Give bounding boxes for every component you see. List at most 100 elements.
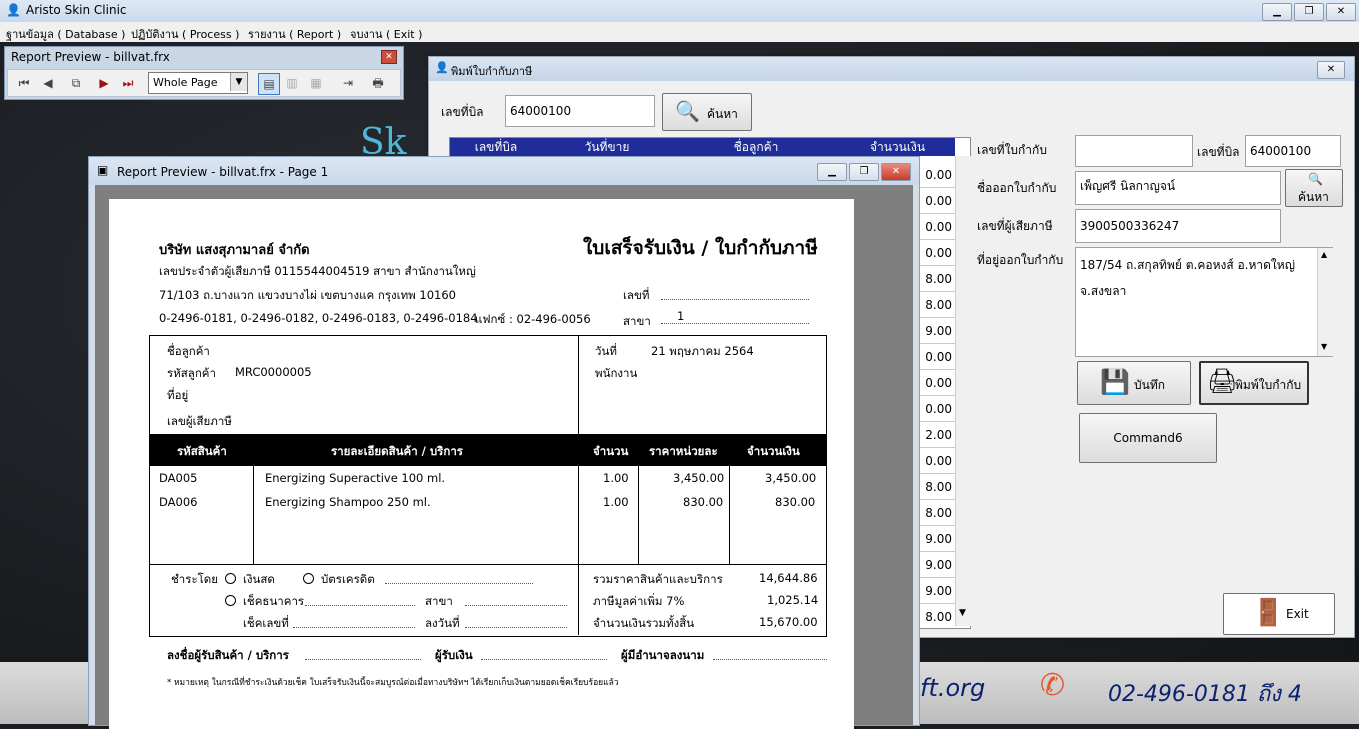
vat-label: ภาษีมูลค่าเพิ่ม 7%: [593, 594, 685, 608]
items-table: [149, 435, 827, 565]
report-toolbar-window: Report Preview - billvat.frx ✕ ⏮ ◀ ⧉ ▶ ⏭…: [4, 46, 404, 100]
address-textarea[interactable]: 187/54 ถ.สกุลทิพย์ ต.คอหงส์ อ.หาดใหญ่ จ.…: [1075, 247, 1333, 357]
item-price: 3,450.00: [673, 471, 725, 485]
report-preview-window: ▣ Report Preview - billvat.frx - Page 1 …: [88, 156, 920, 729]
prev-page-icon[interactable]: ◀: [38, 73, 58, 93]
sign-line: [305, 659, 421, 660]
last-page-icon[interactable]: ⏭: [118, 73, 138, 93]
close-button[interactable]: ✕: [1326, 3, 1356, 21]
grid-header-customer[interactable]: ชื่อลูกค้า: [672, 138, 841, 156]
zoom-value: Whole Page: [153, 76, 218, 89]
chevron-down-icon[interactable]: ▼: [230, 73, 247, 91]
minimize-button[interactable]: ▁: [1262, 3, 1292, 21]
multi-page-icon[interactable]: ▦: [306, 73, 326, 93]
total-label: จำนวนเงินรวมทั้งสิ้น: [593, 616, 695, 630]
col-code-header: รหัสสินค้า: [177, 444, 227, 458]
customer-code-label: รหัสลูกค้า: [167, 366, 216, 380]
maximize-button[interactable]: ❐: [1294, 3, 1324, 21]
sign-line: [713, 659, 827, 660]
export-icon[interactable]: ⇥: [338, 73, 358, 93]
item-price: 830.00: [683, 495, 724, 509]
sign-cashier: ผู้รับเงิน: [435, 648, 473, 662]
report-toolbar: ⏮ ◀ ⧉ ▶ ⏭ Whole Page ▼ ▤ ▥ ▦ ⇥ 🖶: [7, 69, 401, 97]
print-icon[interactable]: 🖶: [368, 73, 388, 93]
menu-database[interactable]: ฐานข้อมูล ( Database ): [6, 25, 125, 43]
customer-address-label: ที่อยู่: [167, 388, 189, 402]
bill-no-label: เลขที่บิล: [441, 105, 484, 119]
total-value: 15,670.00: [759, 615, 818, 629]
report-toolbar-title: Report Preview - billvat.frx: [11, 50, 170, 64]
col-amount-header: จำนวนเงิน: [747, 444, 800, 458]
search-customer-button[interactable]: 🔍 ค้นหา: [1285, 169, 1343, 207]
print-invoice-label: พิมพ์ใบกำกับ: [1235, 378, 1302, 392]
scroll-down-icon[interactable]: ▼: [1321, 342, 1327, 351]
item-code: DA005: [159, 471, 198, 485]
customer-taxpayer-label: เลขผู้เสียภาษี: [167, 414, 232, 428]
report-close-button[interactable]: ✕: [881, 163, 911, 181]
cash-label: เงินสด: [243, 572, 275, 586]
search-button[interactable]: 🔍 ค้นหา: [662, 93, 752, 131]
grid-header-sale-date[interactable]: วันที่ขาย: [542, 138, 673, 156]
menu-process[interactable]: ปฏิบัติงาน ( Process ): [131, 25, 239, 43]
background-url: ft.org: [920, 674, 986, 702]
report-maximize-button[interactable]: ❐: [849, 163, 879, 181]
menu-exit[interactable]: จบงาน ( Exit ): [350, 25, 422, 43]
report-minimize-button[interactable]: ▁: [817, 163, 847, 181]
address-label: ที่อยู่ออกใบกำกับ: [977, 253, 1064, 267]
fax-line: แฟกซ์ : 02-496-0056: [475, 312, 591, 326]
tax-id-line: เลขประจำตัวผู้เสียภาษี 0115544004519 สาข…: [159, 264, 476, 278]
menu-bar: ฐานข้อมูล ( Database ) ปฏิบัติงาน ( Proc…: [0, 22, 1359, 43]
two-page-icon[interactable]: ▥: [282, 73, 302, 93]
subtotal-value: 14,644.86: [759, 571, 818, 585]
cash-radio: [225, 573, 236, 584]
col-desc-header: รายละเอียดสินค้า / บริการ: [331, 444, 463, 458]
tax-invoice-no-input[interactable]: [1075, 135, 1193, 167]
scroll-down-icon[interactable]: ▼: [959, 608, 966, 618]
taxpayer-input[interactable]: 3900500336247: [1075, 209, 1281, 243]
toolbar-close-button[interactable]: ✕: [381, 50, 397, 64]
invoice-page: บริษัท แสงสุภามาลย์ จำกัด ใบเสร็จรับเงิน…: [109, 199, 854, 729]
company-name: บริษัท แสงสุภามาลย์ จำกัด: [159, 243, 310, 258]
search-icon: 🔍: [675, 99, 700, 123]
bill-no-input-2[interactable]: 64000100: [1245, 135, 1341, 167]
item-amount: 830.00: [775, 495, 816, 509]
copy-icon[interactable]: ⧉: [66, 73, 86, 93]
items-col-divider: [253, 466, 254, 564]
credit-label: บัตรเครดิต: [321, 572, 375, 586]
zoom-select[interactable]: Whole Page ▼: [148, 72, 248, 94]
items-col-divider: [638, 466, 639, 564]
bill-no-input[interactable]: 64000100: [505, 95, 655, 127]
item-desc: Energizing Shampoo 250 ml.: [265, 495, 431, 509]
branch-line: [661, 323, 809, 324]
command6-button[interactable]: Command6: [1079, 413, 1217, 463]
grid-header-bill-no[interactable]: เลขที่บิล: [450, 138, 543, 156]
next-page-icon[interactable]: ▶: [94, 73, 114, 93]
subtotal-label: รวมราคาสินค้าและบริการ: [593, 572, 723, 586]
single-page-icon[interactable]: ▤: [258, 73, 280, 95]
form-titlebar: 👤 พิมพ์ใบกำกับภาษี ✕: [429, 57, 1354, 81]
scroll-up-icon[interactable]: ▲: [1321, 250, 1327, 259]
search-button-label: ค้นหา: [707, 107, 738, 121]
first-page-icon[interactable]: ⏮: [14, 73, 34, 93]
customer-box-divider: [578, 336, 579, 434]
form-close-button[interactable]: ✕: [1317, 61, 1345, 79]
grid-header-amount[interactable]: จำนวนเงิน: [840, 138, 956, 156]
items-col-divider: [729, 466, 730, 564]
print-invoice-button[interactable]: 🖨 พิมพ์ใบกำกับ: [1199, 361, 1309, 405]
exit-button-label: Exit: [1286, 607, 1309, 621]
item-qty: 1.00: [603, 471, 629, 485]
customer-code-value: MRC0000005: [235, 365, 312, 379]
branch-label: สาขา: [623, 314, 651, 328]
exit-button[interactable]: 🚪 Exit: [1223, 593, 1335, 635]
issued-name-input[interactable]: เพ็ญศรี นิลกาญจน์: [1075, 171, 1281, 205]
address-scrollbar[interactable]: ▲ ▼: [1317, 248, 1333, 356]
customer-label: ชื่อลูกค้า: [167, 344, 210, 358]
form-icon: 👤: [435, 61, 449, 74]
items-col-divider: [578, 466, 579, 564]
totals-divider: [578, 565, 579, 635]
item-qty: 1.00: [603, 495, 629, 509]
item-desc: Energizing Superactive 100 ml.: [265, 471, 446, 485]
grid-scrollbar[interactable]: ▼: [955, 156, 972, 626]
save-button[interactable]: 💾 บันทึก: [1077, 361, 1191, 405]
menu-report[interactable]: รายงาน ( Report ): [248, 25, 341, 43]
